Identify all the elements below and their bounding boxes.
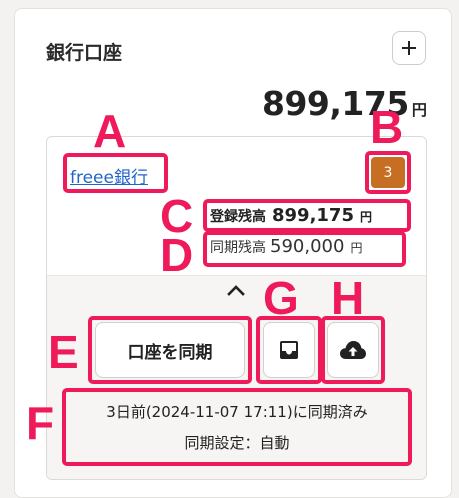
marker-g: G [263,272,299,324]
synced-balance: 同期残高 590,000 円 [210,236,362,257]
marker-b: B [370,101,404,153]
registered-balance-amount: 899,175 [272,205,354,226]
sync-account-button[interactable]: 口座を同期 [95,322,245,378]
count-badge[interactable]: 3 [371,157,405,188]
cloud-upload-icon [340,341,366,359]
chevron-up-icon[interactable] [225,282,247,298]
inbox-icon [280,341,298,359]
marker-h: H [331,272,365,324]
synced-balance-amount: 590,000 [270,236,345,257]
registered-balance: 登録残高 899,175 円 [210,205,372,226]
sync-status: 3日前(2024-11-07 17:11)に同期済み 同期設定：自動 [66,392,408,464]
marker-e: E [48,326,79,378]
marker-a: A [93,105,127,157]
last-synced-text: 3日前(2024-11-07 17:11)に同期済み [106,403,368,421]
inbox-button[interactable] [263,322,315,378]
marker-f: F [26,397,55,449]
marker-d: D [160,229,194,281]
plus-icon [402,41,416,55]
bank-name-link[interactable]: freee銀行 [70,163,148,188]
upload-button[interactable] [327,322,379,378]
add-account-button[interactable] [392,31,426,65]
registered-balance-label: 登録残高 [210,209,266,225]
synced-balance-unit: 円 [350,241,363,255]
total-unit: 円 [411,101,427,119]
registered-balance-unit: 円 [359,210,372,224]
synced-balance-label: 同期残高 [210,240,266,256]
card-title: 銀行口座 [46,42,123,64]
sync-setting-text: 同期設定：自動 [184,434,290,452]
